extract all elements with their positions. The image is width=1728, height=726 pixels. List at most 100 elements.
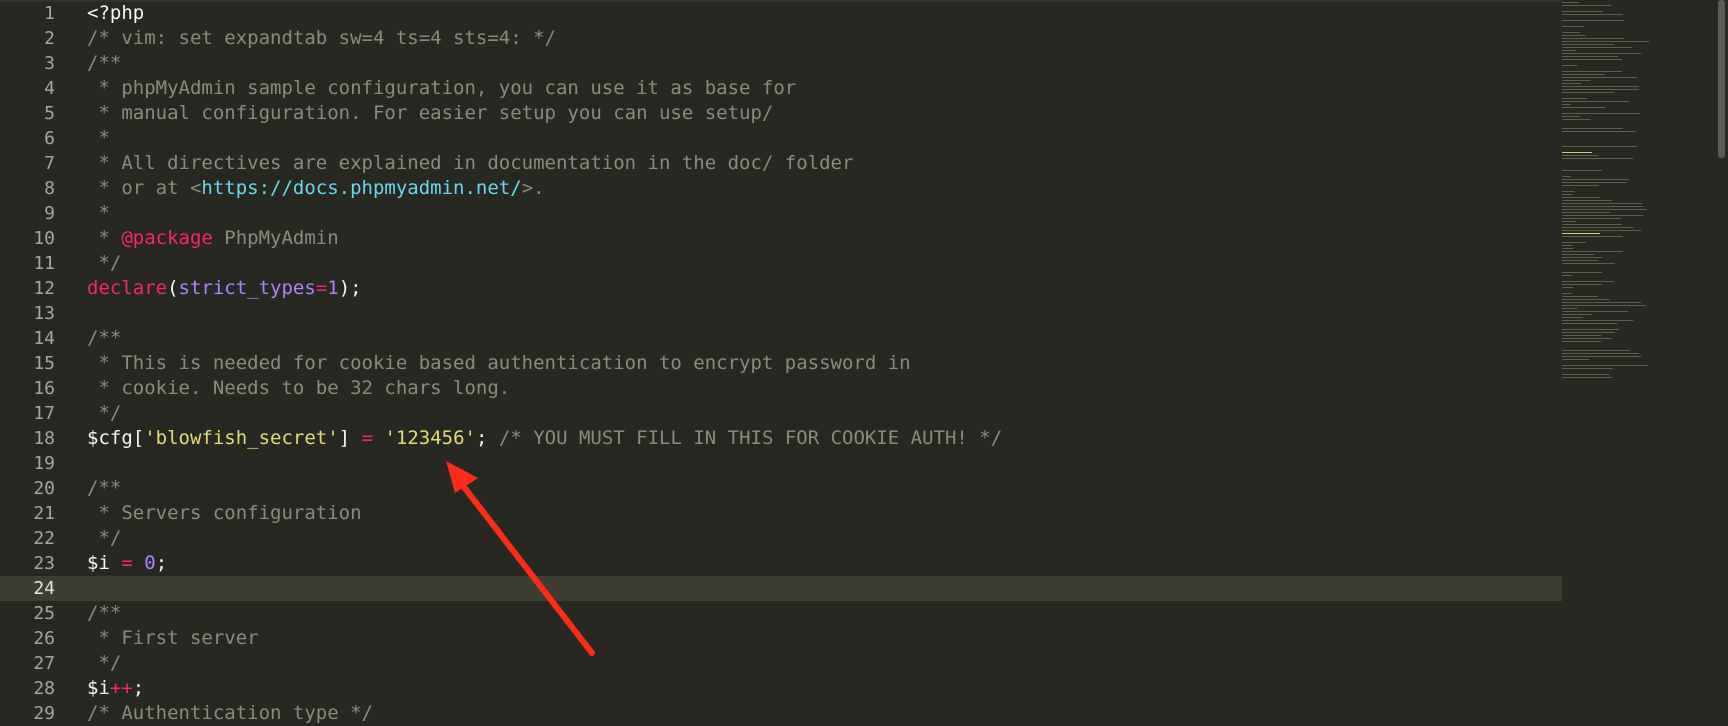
scrollbar-thumb[interactable] (1718, 0, 1725, 158)
minimap-line (1562, 80, 1591, 81)
code-token: ; (475, 427, 499, 449)
code-token: = (361, 427, 374, 449)
line-number: 21 (33, 503, 55, 524)
code-line[interactable]: 14 /** (0, 326, 1562, 351)
minimap-line (1562, 209, 1647, 210)
code-token: 0 (144, 552, 156, 574)
code-text: */ (87, 526, 121, 551)
code-token: */ (87, 527, 122, 549)
code-token: * Servers configuration (87, 502, 362, 524)
code-token: * This is needed for cookie based authen… (87, 352, 911, 374)
minimap-line (1562, 155, 1598, 156)
minimap[interactable] (1562, 0, 1714, 725)
minimap-line (1562, 47, 1632, 48)
code-line[interactable]: 7 * All directives are explained in docu… (0, 151, 1562, 176)
minimap-line (1562, 341, 1601, 342)
minimap-line (1562, 221, 1576, 222)
code-line[interactable]: 8 * or at <https://docs.phpmyadmin.net/>… (0, 176, 1562, 201)
code-text: * (87, 201, 109, 226)
minimap-line (1562, 215, 1643, 216)
code-line[interactable]: 28 $i++; (0, 676, 1562, 701)
code-line[interactable]: 17 */ (0, 401, 1562, 426)
code-line[interactable]: 16 * cookie. Needs to be 32 chars long. (0, 376, 1562, 401)
code-token: strict_types (178, 277, 316, 299)
line-number: 13 (33, 303, 55, 324)
code-text: declare(strict_types=1); (87, 276, 362, 301)
line-number: 3 (44, 53, 55, 74)
code-line[interactable]: 15 * This is needed for cookie based aut… (0, 351, 1562, 376)
code-line[interactable]: 22 */ (0, 526, 1562, 551)
code-editor[interactable]: 1 <?php 2 /* vim: set expandtab sw=4 ts=4 s… (0, 0, 1562, 725)
code-line[interactable]: 5 * manual configuration. For easier set… (0, 101, 1562, 126)
line-number: 1 (44, 3, 55, 24)
code-token: ] (338, 427, 362, 449)
code-text: /** (87, 601, 121, 626)
minimap-line (1562, 206, 1643, 207)
code-line[interactable]: 11 */ (0, 251, 1562, 276)
code-line[interactable]: 12 declare(strict_types=1); (0, 276, 1562, 301)
code-token: @package (121, 227, 213, 249)
vertical-scrollbar[interactable] (1714, 0, 1728, 725)
code-line[interactable]: 25 /** (0, 601, 1562, 626)
minimap-line (1562, 65, 1577, 66)
code-line[interactable]: 13 (0, 301, 1562, 326)
minimap-line (1562, 218, 1621, 219)
code-line[interactable]: 24 (0, 576, 1562, 601)
code-line[interactable]: 1 <?php (0, 1, 1562, 26)
code-line[interactable]: 2 /* vim: set expandtab sw=4 ts=4 sts=4: … (0, 26, 1562, 51)
minimap-line (1562, 11, 1603, 12)
code-token: $cfg[ (87, 427, 145, 449)
code-line[interactable]: 4 * phpMyAdmin sample configuration, you… (0, 76, 1562, 101)
minimap-line (1562, 284, 1602, 285)
minimap-line (1562, 248, 1573, 249)
code-line[interactable]: 27 */ (0, 651, 1562, 676)
line-number: 17 (33, 403, 55, 424)
line-number: 26 (33, 628, 55, 649)
code-line[interactable]: 20 /** (0, 476, 1562, 501)
minimap-line (1562, 224, 1622, 225)
minimap-line (1562, 359, 1589, 360)
minimap-line (1562, 311, 1628, 312)
line-number: 14 (33, 328, 55, 349)
minimap-line (1562, 86, 1639, 87)
code-token: * All directives are explained in docume… (87, 152, 854, 174)
code-line[interactable]: 10 * @package PhpMyAdmin (0, 226, 1562, 251)
minimap-line (1562, 191, 1575, 192)
minimap-line (1562, 44, 1614, 45)
code-text: */ (87, 401, 121, 426)
minimap-line (1562, 41, 1649, 42)
minimap-line (1562, 56, 1618, 57)
minimap-line (1562, 53, 1641, 54)
line-number: 7 (44, 153, 55, 174)
minimap-line (1562, 299, 1609, 300)
url-link[interactable]: https://docs.phpmyadmin.net/ (201, 177, 521, 199)
code-text: /** (87, 476, 121, 501)
code-token: = (315, 277, 328, 299)
minimap-line (1562, 197, 1600, 198)
minimap-line (1562, 254, 1594, 255)
code-line[interactable]: 6 * (0, 126, 1562, 151)
code-line[interactable]: 18 $cfg['blowfish_secret'] = '123456'; /*… (0, 426, 1562, 451)
code-text: /** (87, 51, 121, 76)
code-line[interactable]: 29 /* Authentication type */ (0, 701, 1562, 726)
line-number: 18 (33, 428, 55, 449)
minimap-line (1562, 152, 1592, 153)
code-token: /* Authentication type */ (87, 702, 373, 724)
minimap-line (1562, 176, 1571, 177)
code-token: 'blowfish_secret' (144, 427, 339, 449)
code-text: /** (87, 326, 121, 351)
minimap-line (1562, 350, 1630, 351)
code-line[interactable]: 19 (0, 451, 1562, 476)
code-line[interactable]: 26 * First server (0, 626, 1562, 651)
minimap-line (1562, 98, 1587, 99)
code-token: * First server (87, 627, 259, 649)
code-token: /** (87, 602, 122, 624)
code-token: ; (155, 552, 168, 574)
code-line[interactable]: 9 * (0, 201, 1562, 226)
code-text: * This is needed for cookie based authen… (87, 351, 911, 376)
code-line[interactable]: 23 $i = 0; (0, 551, 1562, 576)
code-line[interactable]: 3 /** (0, 51, 1562, 76)
line-number: 15 (33, 353, 55, 374)
code-line[interactable]: 21 * Servers configuration (0, 501, 1562, 526)
code-token: ); (338, 277, 362, 299)
